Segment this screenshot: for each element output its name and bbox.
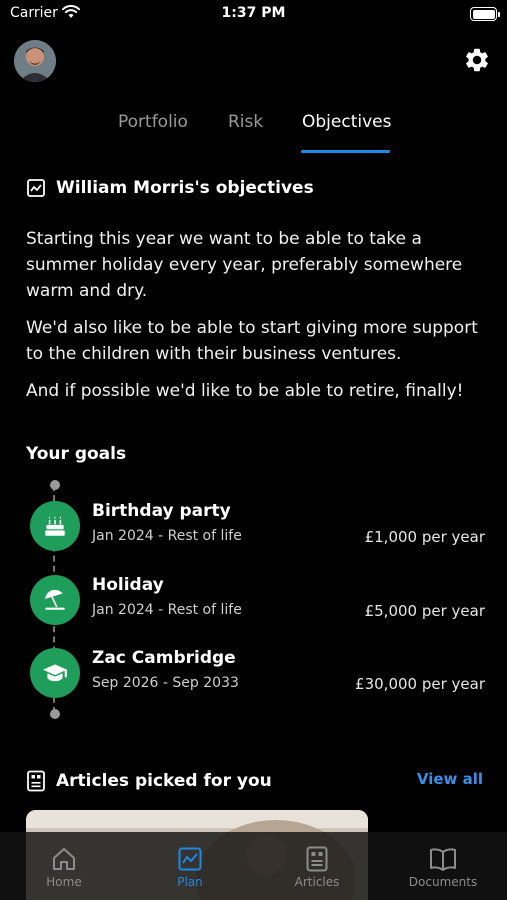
tabbar-item-home[interactable]: Home bbox=[1, 832, 127, 900]
tabbar-item-articles[interactable]: Articles bbox=[254, 832, 380, 900]
active-tab-indicator bbox=[301, 150, 390, 153]
objective-paragraph: Starting this year we want to be able to… bbox=[26, 229, 463, 301]
objective-paragraph: And if possible we'd like to be able to … bbox=[26, 381, 464, 401]
articles-icon bbox=[27, 770, 45, 792]
goal-name: Birthday party bbox=[92, 501, 231, 521]
goal-item[interactable]: Holiday Jan 2024 - Rest of life £5,000 p… bbox=[30, 575, 485, 625]
objectives-header: William Morris's objectives bbox=[26, 178, 314, 198]
tabbar-label: Home bbox=[46, 875, 82, 889]
articles-title: Articles picked for you bbox=[56, 771, 272, 791]
chart-icon bbox=[178, 847, 202, 871]
objective-paragraph: We'd also like to be able to start givin… bbox=[26, 318, 478, 364]
cake-icon bbox=[30, 501, 80, 551]
goal-amount: £30,000 per year bbox=[355, 675, 485, 693]
tab-objectives[interactable]: Objectives bbox=[302, 112, 391, 132]
goal-item[interactable]: Birthday party Jan 2024 - Rest of life £… bbox=[30, 501, 485, 551]
avatar[interactable] bbox=[14, 40, 56, 82]
articles-header: Articles picked for you bbox=[26, 770, 272, 792]
gear-icon[interactable] bbox=[463, 46, 491, 74]
graduation-cap-icon bbox=[30, 648, 80, 698]
goal-dates: Jan 2024 - Rest of life bbox=[92, 602, 242, 618]
book-icon bbox=[430, 848, 456, 871]
goal-name: Holiday bbox=[92, 575, 164, 595]
bottom-tab-bar: Home Plan Articles Documents bbox=[0, 832, 507, 900]
segmented-tabs: Portfolio Risk Objectives bbox=[0, 108, 507, 156]
tabbar-label: Plan bbox=[177, 875, 203, 889]
tab-risk[interactable]: Risk bbox=[228, 112, 263, 132]
goal-dates: Sep 2026 - Sep 2033 bbox=[92, 675, 239, 691]
chart-icon bbox=[27, 179, 45, 197]
objectives-title: William Morris's objectives bbox=[56, 178, 314, 198]
timeline-end-dot bbox=[50, 709, 60, 719]
battery-icon bbox=[470, 7, 500, 21]
goal-item[interactable]: Zac Cambridge Sep 2026 - Sep 2033 £30,00… bbox=[30, 648, 485, 698]
tabbar-label: Articles bbox=[294, 875, 340, 889]
articles-icon bbox=[306, 846, 328, 872]
tabbar-label: Documents bbox=[408, 875, 478, 889]
home-icon bbox=[53, 848, 75, 870]
tab-portfolio[interactable]: Portfolio bbox=[118, 112, 188, 132]
view-all-link[interactable]: View all bbox=[417, 770, 483, 788]
goal-name: Zac Cambridge bbox=[92, 648, 236, 668]
status-bar: Carrier 1:37 PM bbox=[0, 0, 507, 30]
goals-title: Your goals bbox=[26, 444, 127, 464]
clock: 1:37 PM bbox=[221, 5, 286, 21]
beach-umbrella-icon bbox=[30, 575, 80, 625]
timeline-start-dot bbox=[50, 480, 60, 490]
goal-amount: £1,000 per year bbox=[364, 528, 485, 546]
tabbar-item-plan[interactable]: Plan bbox=[127, 832, 253, 900]
tabbar-item-documents[interactable]: Documents bbox=[380, 832, 506, 900]
goal-amount: £5,000 per year bbox=[364, 602, 485, 620]
goal-dates: Jan 2024 - Rest of life bbox=[92, 528, 242, 544]
